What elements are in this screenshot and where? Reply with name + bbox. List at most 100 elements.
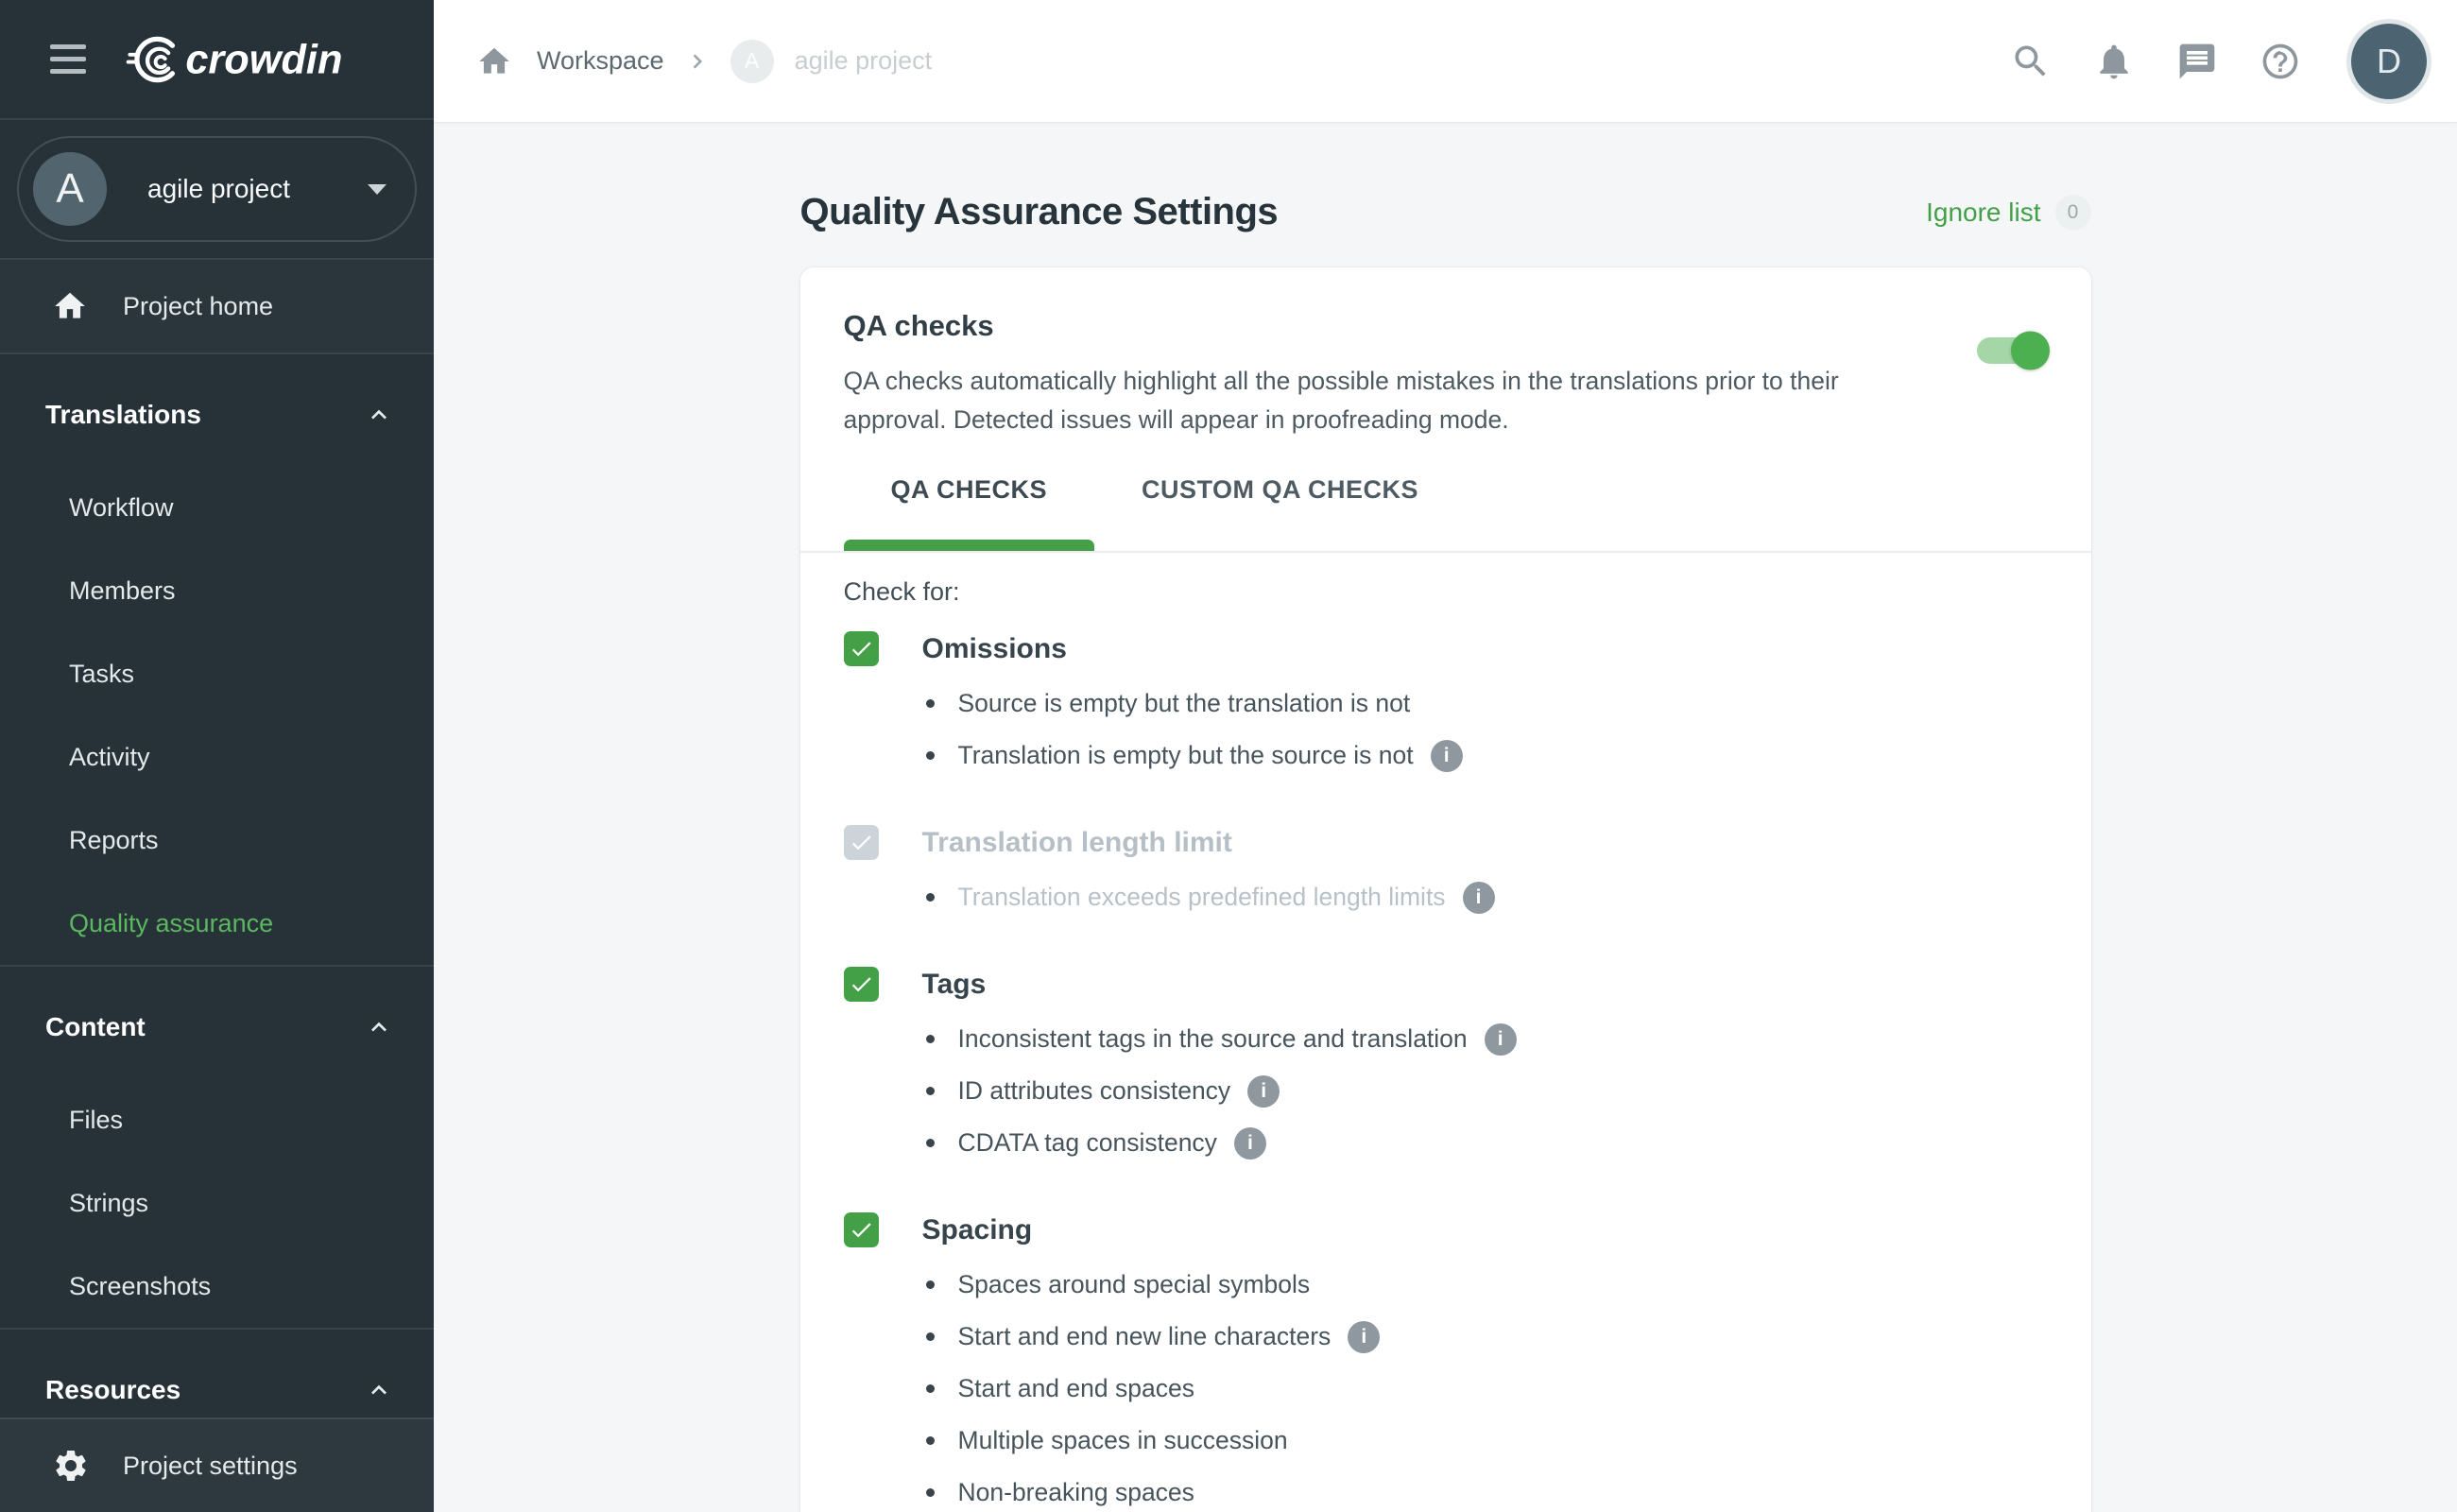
toggle-knob bbox=[2011, 332, 2050, 370]
qa-check-item: Translation exceeds predefined length li… bbox=[958, 871, 2048, 923]
sidebar-item-activity[interactable]: Activity bbox=[0, 715, 434, 799]
info-icon[interactable]: i bbox=[1431, 740, 1463, 772]
qa-group-bullets: Spaces around special symbols Start and e… bbox=[844, 1259, 2048, 1512]
sidebar-section-resources[interactable]: Resources bbox=[0, 1364, 434, 1417]
page-title: Quality Assurance Settings bbox=[800, 191, 1279, 233]
qa-check-item: Non-breaking spaces bbox=[958, 1467, 2048, 1512]
chevron-right-icon bbox=[683, 47, 712, 76]
checkbox-translation-length-limit[interactable] bbox=[844, 825, 879, 860]
breadcrumb-project[interactable]: A agile project bbox=[730, 40, 933, 83]
qa-group-spacing: Spacing Spaces around special symbols Star… bbox=[844, 1212, 2048, 1512]
divider bbox=[0, 965, 434, 967]
sidebar-item-files[interactable]: Files bbox=[0, 1078, 434, 1161]
sidebar-item-project-home[interactable]: Project home bbox=[0, 260, 434, 352]
qa-settings-card: QA checks QA checks automatically highli… bbox=[800, 267, 2091, 1512]
info-icon[interactable]: i bbox=[1348, 1321, 1380, 1353]
info-icon[interactable]: i bbox=[1234, 1127, 1266, 1160]
sidebar-section-label: Resources bbox=[45, 1375, 180, 1405]
info-icon[interactable]: i bbox=[1247, 1075, 1280, 1108]
gear-icon bbox=[52, 1447, 90, 1485]
sidebar-section-label: Content bbox=[45, 1012, 146, 1042]
qa-group-title: Spacing bbox=[922, 1214, 1033, 1246]
chevron-up-icon bbox=[364, 1012, 394, 1042]
chevron-up-icon bbox=[364, 1375, 394, 1405]
checkbox-spacing[interactable] bbox=[844, 1212, 879, 1247]
help-icon[interactable] bbox=[2259, 40, 2302, 83]
breadcrumb-workspace[interactable]: Workspace bbox=[537, 46, 664, 76]
project-selector[interactable]: A agile project bbox=[17, 136, 417, 242]
project-name: agile project bbox=[147, 174, 290, 204]
qa-group-bullets: Inconsistent tags in the source and tran… bbox=[844, 1013, 2048, 1169]
breadcrumb-project-name: agile project bbox=[795, 46, 933, 76]
messages-icon[interactable] bbox=[2175, 40, 2219, 83]
info-icon[interactable]: i bbox=[1485, 1023, 1517, 1056]
caret-down-icon bbox=[368, 184, 387, 195]
sidebar-section-items: Workflow Members Tasks Activity Reports Quali… bbox=[0, 441, 434, 965]
qa-check-item: Start and end new line charactersi bbox=[958, 1311, 2048, 1363]
qa-check-item: CDATA tag consistencyi bbox=[958, 1117, 2048, 1169]
sidebar-item-label: Strings bbox=[69, 1189, 148, 1218]
qa-group-title: Tags bbox=[922, 969, 987, 1001]
qa-check-item: Inconsistent tags in the source and tran… bbox=[958, 1013, 2048, 1065]
sidebar-item-workflow[interactable]: Workflow bbox=[0, 466, 434, 549]
sidebar-item-project-settings[interactable]: Project settings bbox=[52, 1447, 298, 1485]
tab-custom-qa-checks[interactable]: CUSTOM QA CHECKS bbox=[1094, 456, 1466, 551]
sidebar-section-translations[interactable]: Translations bbox=[0, 388, 434, 441]
sidebar-item-tasks[interactable]: Tasks bbox=[0, 632, 434, 715]
qa-group-bullets: Translation exceeds predefined length li… bbox=[844, 871, 2048, 923]
qa-group-title: Omissions bbox=[922, 633, 1067, 665]
sidebar-item-label: Reports bbox=[69, 826, 159, 855]
qa-checks-toggle[interactable] bbox=[1977, 337, 2048, 364]
sidebar-item-label: Tasks bbox=[69, 660, 134, 689]
chevron-up-icon bbox=[364, 400, 394, 430]
sidebar-item-members[interactable]: Members bbox=[0, 549, 434, 632]
search-icon[interactable] bbox=[2009, 40, 2053, 83]
tabs: QA CHECKSCUSTOM QA CHECKS bbox=[844, 456, 2048, 551]
ignore-list-link[interactable]: Ignore list bbox=[1926, 198, 2040, 228]
sidebar: crowdin A agile project Project home Tran… bbox=[0, 0, 434, 1512]
sidebar-item-label: Files bbox=[69, 1106, 123, 1135]
sidebar-item-strings[interactable]: Strings bbox=[0, 1161, 434, 1245]
home-icon[interactable] bbox=[476, 43, 512, 79]
qa-group-omissions: OmissionsSource is empty but the transla… bbox=[844, 631, 2048, 782]
qa-check-groups: OmissionsSource is empty but the transla… bbox=[844, 631, 2048, 1512]
logo-text: crowdin bbox=[185, 37, 342, 82]
checkbox-omissions[interactable] bbox=[844, 631, 879, 666]
qa-group-title: Translation length limit bbox=[922, 827, 1232, 859]
home-icon bbox=[52, 288, 88, 324]
notifications-icon[interactable] bbox=[2092, 40, 2136, 83]
sidebar-nav: Project home Translations Workflow Members T… bbox=[0, 260, 434, 1418]
menu-icon[interactable] bbox=[50, 44, 86, 74]
sidebar-item-label: Quality assurance bbox=[69, 909, 273, 938]
qa-check-text: Translation is empty but the source is n… bbox=[958, 741, 1414, 770]
breadcrumb-project-avatar: A bbox=[730, 40, 774, 83]
sidebar-item-screenshots[interactable]: Screenshots bbox=[0, 1245, 434, 1328]
qa-group-translation-length-limit: Translation length limit Translation exce… bbox=[844, 825, 2048, 923]
sidebar-item-label: Members bbox=[69, 576, 176, 606]
card-title: QA checks bbox=[844, 309, 2048, 343]
check-for-label: Check for: bbox=[844, 577, 2048, 607]
qa-group-header: Spacing bbox=[844, 1212, 2048, 1247]
sidebar-item-reports[interactable]: Reports bbox=[0, 799, 434, 882]
qa-check-item: Spaces around special symbols bbox=[958, 1259, 2048, 1311]
sidebar-section-content[interactable]: Content bbox=[0, 1001, 434, 1054]
info-icon[interactable]: i bbox=[1463, 882, 1495, 914]
qa-check-text: Non-breaking spaces bbox=[958, 1478, 1194, 1507]
sidebar-item-label: Activity bbox=[69, 743, 150, 772]
tab-qa-checks[interactable]: QA CHECKS bbox=[844, 456, 1095, 551]
user-avatar[interactable]: D bbox=[2351, 24, 2427, 99]
crowdin-logo[interactable]: crowdin bbox=[120, 35, 359, 84]
qa-check-text: Multiple spaces in succession bbox=[958, 1426, 1288, 1455]
qa-group-header: Omissions bbox=[844, 631, 2048, 666]
checkbox-tags[interactable] bbox=[844, 967, 879, 1002]
qa-check-item: Multiple spaces in succession bbox=[958, 1415, 2048, 1467]
qa-check-item: Translation is empty but the source is n… bbox=[958, 730, 2048, 782]
divider bbox=[0, 1328, 434, 1330]
sidebar-item-quality-assurance[interactable]: Quality assurance bbox=[0, 882, 434, 965]
sidebar-item-label: Screenshots bbox=[69, 1272, 211, 1301]
qa-check-text: Start and end spaces bbox=[958, 1374, 1194, 1403]
qa-check-item: ID attributes consistencyi bbox=[958, 1065, 2048, 1117]
qa-check-text: Spaces around special symbols bbox=[958, 1270, 1311, 1299]
qa-check-item: Start and end spaces bbox=[958, 1363, 2048, 1415]
qa-group-header: Translation length limit bbox=[844, 825, 2048, 860]
